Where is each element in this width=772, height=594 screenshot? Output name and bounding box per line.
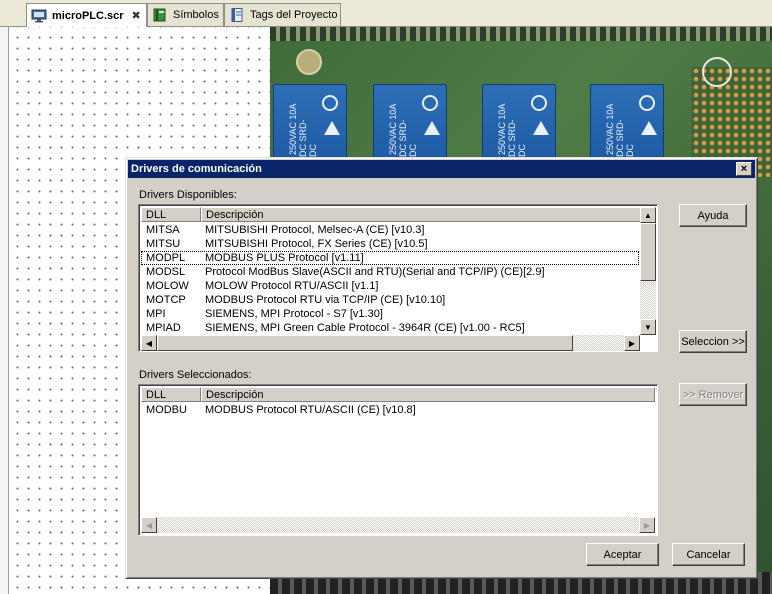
cell-description: SIEMENS, MPI Green Cable Protocol - 3964…: [205, 322, 525, 334]
available-drivers-label: Drivers Disponibles:: [139, 189, 237, 201]
list-header: DLL Descripción: [141, 207, 641, 222]
available-rows: MITSA MITSUBISHI Protocol, Melsec-A (CE) …: [141, 223, 639, 335]
selected-drivers-label: Drivers Seleccionados:: [139, 369, 252, 381]
scroll-left-arrow-icon[interactable]: ◀: [141, 517, 157, 533]
list-header: DLL Descripción: [141, 387, 655, 402]
column-header-dll[interactable]: DLL: [141, 207, 201, 222]
close-icon[interactable]: ×: [736, 162, 752, 176]
cell-description: MITSUBISHI Protocol, FX Series (CE) [v10…: [205, 238, 428, 250]
table-row[interactable]: MITSA MITSUBISHI Protocol, Melsec-A (CE) …: [141, 223, 639, 237]
available-drivers-list[interactable]: DLL Descripción MITSA MITSUBISHI Protocol…: [138, 204, 658, 352]
column-header-dll[interactable]: DLL: [141, 387, 201, 402]
scroll-thumb[interactable]: [157, 335, 573, 351]
select-button[interactable]: Seleccion >>: [679, 330, 747, 353]
vertical-scrollbar[interactable]: ▲ ▼: [640, 207, 656, 335]
selected-drivers-list[interactable]: DLL Descripción MODBU MODBUS Protocol RTU…: [138, 384, 658, 536]
cell-description: MODBUS Protocol RTU via TCP/IP (CE) [v10…: [205, 294, 446, 306]
scroll-right-arrow-icon[interactable]: ▶: [624, 335, 640, 351]
cell-dll: MODPL: [146, 252, 186, 264]
tab-tags-del-proyecto[interactable]: Tags del Proyecto: [224, 3, 341, 26]
monitor-icon: [31, 9, 47, 23]
column-header-description[interactable]: Descripción: [201, 387, 655, 402]
cell-dll: MODBU: [146, 404, 187, 416]
cell-dll: MOTCP: [146, 294, 186, 306]
remove-button[interactable]: >> Remover: [679, 383, 747, 406]
accept-button[interactable]: Aceptar: [586, 543, 659, 566]
scroll-thumb[interactable]: [640, 223, 656, 281]
close-tab-icon[interactable]: ✖: [132, 9, 141, 22]
table-row[interactable]: MPIAD SIEMENS, MPI Green Cable Protocol -…: [141, 321, 639, 335]
cell-description: MOLOW Protocol RTU/ASCII [v1.1]: [205, 280, 379, 292]
cell-description: Protocol ModBus Slave(ASCII and RTU)(Ser…: [205, 266, 545, 278]
cell-dll: MOLOW: [146, 280, 189, 292]
cell-description: SIEMENS, MPI Protocol - S7 [v1.30]: [205, 308, 383, 320]
tab-simbolos[interactable]: Símbolos: [147, 3, 224, 26]
cell-dll: MPI: [146, 308, 166, 320]
table-row[interactable]: MITSU MITSUBISHI Protocol, FX Series (CE)…: [141, 237, 639, 251]
table-row[interactable]: MOTCP MODBUS Protocol RTU via TCP/IP (CE)…: [141, 293, 639, 307]
scroll-down-arrow-icon[interactable]: ▼: [640, 319, 656, 335]
dialog-titlebar[interactable]: Drivers de comunicación ×: [128, 160, 755, 178]
cell-dll: MODSL: [146, 266, 186, 278]
tab-label: microPLC.scr: [52, 9, 124, 22]
cell-description: MODBUS Protocol RTU/ASCII (CE) [v10.8]: [205, 404, 416, 416]
table-row[interactable]: MODBU MODBUS Protocol RTU/ASCII (CE) [v10…: [141, 403, 651, 417]
dialog-title: Drivers de comunicación: [131, 163, 262, 175]
column-header-description[interactable]: Descripción: [201, 207, 641, 222]
scroll-left-arrow-icon[interactable]: ◀: [141, 335, 157, 351]
mounting-hole: [296, 49, 322, 75]
cell-dll: MPIAD: [146, 322, 181, 334]
document-tab-strip: microPLC.scr ✖ Símbolos Tags del Proyect…: [0, 0, 772, 27]
tab-microplc-scr[interactable]: microPLC.scr ✖: [26, 3, 147, 27]
help-button[interactable]: Ayuda: [679, 204, 747, 227]
tab-label: Símbolos: [173, 9, 219, 21]
book-icon: [152, 8, 168, 22]
ce-mark: [702, 57, 732, 87]
cell-dll: MITSU: [146, 238, 181, 250]
scroll-right-arrow-icon[interactable]: ▶: [639, 517, 655, 533]
cell-description: MITSUBISHI Protocol, Melsec-A (CE) [v10.…: [205, 224, 425, 236]
table-row[interactable]: MODSL Protocol ModBus Slave(ASCII and RTU…: [141, 265, 639, 279]
table-row[interactable]: MODPL MODBUS PLUS Protocol [v1.11]: [141, 251, 639, 265]
selected-rows: MODBU MODBUS Protocol RTU/ASCII (CE) [v10…: [141, 403, 651, 417]
scroll-up-arrow-icon[interactable]: ▲: [640, 207, 656, 223]
table-row[interactable]: MOLOW MOLOW Protocol RTU/ASCII [v1.1]: [141, 279, 639, 293]
table-row[interactable]: MPI SIEMENS, MPI Protocol - S7 [v1.30]: [141, 307, 639, 321]
cell-description: MODBUS PLUS Protocol [v1.11]: [205, 252, 364, 264]
horizontal-scrollbar[interactable]: ◀ ▶: [141, 517, 655, 533]
document-icon: [229, 8, 245, 22]
horizontal-scrollbar[interactable]: ◀ ▶: [141, 335, 640, 351]
cell-dll: MITSA: [146, 224, 180, 236]
drivers-dialog: Drivers de comunicación × Drivers Dispon…: [125, 157, 758, 579]
cancel-button[interactable]: Cancelar: [672, 543, 745, 566]
tab-label: Tags del Proyecto: [250, 9, 338, 21]
